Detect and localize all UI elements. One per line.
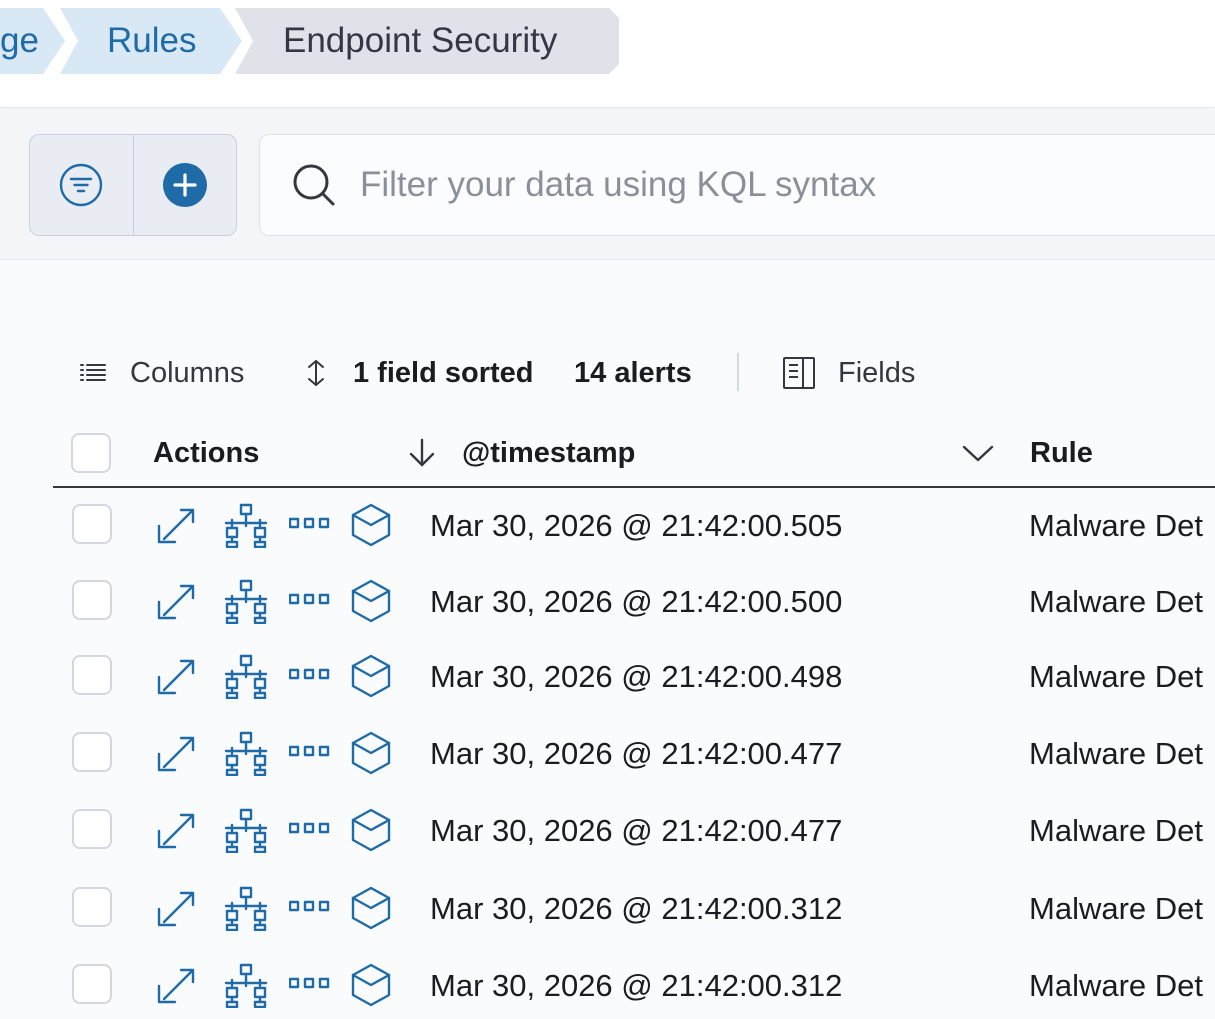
row-select-checkbox[interactable]: [72, 655, 112, 695]
cube-icon[interactable]: [350, 885, 392, 931]
breadcrumb-item-endpoint-security: Endpoint Security: [235, 8, 619, 74]
add-filter-button[interactable]: [132, 135, 237, 235]
columns-button[interactable]: Columns: [78, 345, 244, 401]
more-dots-icon[interactable]: [289, 578, 331, 624]
more-dots-icon[interactable]: [289, 962, 331, 1008]
expand-icon[interactable]: [155, 578, 201, 624]
timestamp-cell: Mar 30, 2026 @ 21:42:00.312: [430, 891, 843, 926]
column-header-rule[interactable]: Rule: [1030, 420, 1093, 486]
rule-cell[interactable]: Malware Det: [1029, 716, 1203, 792]
sort-icon: [308, 360, 324, 386]
breadcrumb-item-rules[interactable]: Rules: [60, 8, 242, 74]
alerts-count: 14 alerts: [574, 345, 692, 401]
table-row: Mar 30, 2026 @ 21:42:00.505 Malware Det: [53, 488, 1215, 564]
row-select-checkbox[interactable]: [72, 504, 112, 544]
cube-icon[interactable]: [350, 807, 392, 853]
rule-cell[interactable]: Malware Det: [1029, 948, 1203, 1019]
analyze-graph-icon[interactable]: [223, 807, 269, 853]
timestamp-cell: Mar 30, 2026 @ 21:42:00.312: [430, 968, 843, 1003]
rule-cell[interactable]: Malware Det: [1029, 793, 1203, 869]
expand-icon[interactable]: [155, 962, 201, 1008]
toolbar-divider: [737, 353, 739, 391]
saved-query-filter-button[interactable]: [30, 135, 133, 235]
search-icon: [293, 164, 335, 206]
row-select-checkbox[interactable]: [72, 580, 112, 620]
sort-fields-button[interactable]: 1 field sorted: [303, 345, 534, 401]
rule-cell[interactable]: Malware Det: [1029, 488, 1203, 564]
fields-panel-icon: [783, 357, 815, 389]
cube-icon[interactable]: [350, 653, 392, 699]
cube-icon[interactable]: [350, 578, 392, 624]
rule-cell[interactable]: Malware Det: [1029, 564, 1203, 640]
analyze-graph-icon[interactable]: [223, 502, 269, 548]
row-select-checkbox[interactable]: [72, 732, 112, 772]
more-dots-icon[interactable]: [289, 730, 331, 776]
cube-icon[interactable]: [350, 962, 392, 1008]
expand-icon[interactable]: [155, 502, 201, 548]
columns-label: Columns: [130, 356, 245, 389]
more-dots-icon[interactable]: [289, 885, 331, 931]
more-dots-icon[interactable]: [289, 502, 331, 548]
expand-icon[interactable]: [155, 885, 201, 931]
query-bar: [0, 110, 1215, 260]
column-header-actions: Actions: [153, 436, 260, 469]
analyze-graph-icon[interactable]: [223, 653, 269, 699]
breadcrumb-item-0[interactable]: ge: [0, 8, 65, 74]
expand-icon[interactable]: [155, 653, 201, 699]
table-header: Actions @timestamp Rule: [53, 420, 1215, 488]
timestamp-cell: Mar 30, 2026 @ 21:42:00.500: [430, 584, 843, 619]
timestamp-cell: Mar 30, 2026 @ 21:42:00.505: [430, 508, 843, 543]
analyze-graph-icon[interactable]: [223, 885, 269, 931]
timestamp-cell: Mar 30, 2026 @ 21:42:00.498: [430, 659, 843, 694]
table-row: Mar 30, 2026 @ 21:42:00.312 Malware Det: [53, 871, 1215, 947]
select-all-checkbox[interactable]: [71, 433, 111, 473]
table-row: Mar 30, 2026 @ 21:42:00.477 Malware Det: [53, 716, 1215, 792]
more-dots-icon[interactable]: [289, 807, 331, 853]
list-icon: [80, 364, 106, 381]
timestamp-cell: Mar 30, 2026 @ 21:42:00.477: [430, 736, 843, 771]
breadcrumb: ge Rules Endpoint Security: [0, 0, 1215, 108]
cube-icon[interactable]: [350, 502, 392, 548]
row-select-checkbox[interactable]: [72, 809, 112, 849]
cube-icon[interactable]: [350, 730, 392, 776]
timestamp-cell: Mar 30, 2026 @ 21:42:00.477: [430, 813, 843, 848]
table-row: Mar 30, 2026 @ 21:42:00.312 Malware Det: [53, 948, 1215, 1019]
sorted-fields-label: 1 field sorted: [353, 356, 534, 389]
fields-label: Fields: [838, 356, 916, 389]
chevron-down-icon: [962, 445, 994, 462]
kql-search-field[interactable]: [259, 134, 1215, 236]
plus-circle-icon: [162, 163, 207, 207]
alerts-count-label: 14 alerts: [574, 356, 692, 389]
row-select-checkbox[interactable]: [72, 964, 112, 1004]
column-options-button[interactable]: [961, 420, 995, 486]
kql-search-input[interactable]: [360, 165, 1160, 205]
rule-cell[interactable]: Malware Det: [1029, 639, 1203, 715]
grid-toolbar: Columns 1 field sorted 14 alerts Fields: [0, 345, 1215, 401]
expand-icon[interactable]: [155, 807, 201, 853]
table-row: Mar 30, 2026 @ 21:42:00.498 Malware Det: [53, 639, 1215, 715]
rule-cell[interactable]: Malware Det: [1029, 871, 1203, 947]
row-select-checkbox[interactable]: [72, 887, 112, 927]
fields-button[interactable]: Fields: [782, 345, 915, 401]
expand-icon[interactable]: [155, 730, 201, 776]
query-actions-group: [29, 134, 237, 236]
table-row: Mar 30, 2026 @ 21:42:00.477 Malware Det: [53, 793, 1215, 869]
column-header-timestamp[interactable]: @timestamp: [406, 420, 635, 486]
more-dots-icon[interactable]: [289, 653, 331, 699]
table-row: Mar 30, 2026 @ 21:42:00.500 Malware Det: [53, 564, 1215, 640]
arrow-down-icon[interactable]: [406, 437, 438, 469]
analyze-graph-icon[interactable]: [223, 730, 269, 776]
analyze-graph-icon[interactable]: [223, 578, 269, 624]
analyze-graph-icon[interactable]: [223, 962, 269, 1008]
filter-icon: [60, 163, 103, 207]
